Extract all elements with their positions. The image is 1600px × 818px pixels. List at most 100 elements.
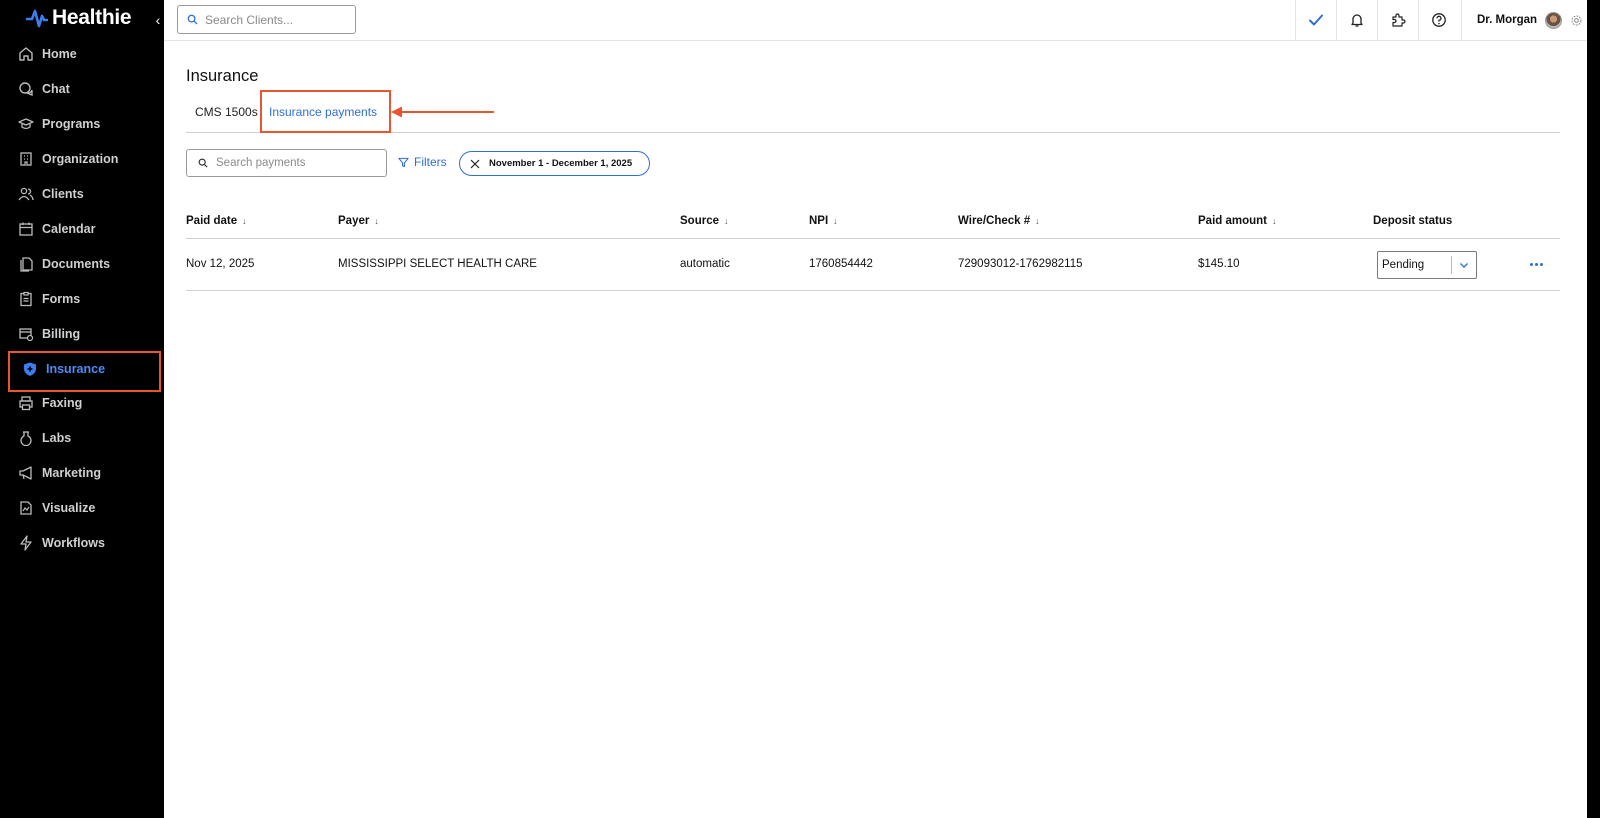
graduation-cap-icon xyxy=(18,118,34,130)
sidebar-item-label: Visualize xyxy=(42,501,96,516)
payments-table: Paid date ↓ Payer ↓ Source ↓ NPI ↓ Wire/Chec… xyxy=(186,207,1560,291)
cell-payer: MISSISSIPPI SELECT HEALTH CARE xyxy=(338,258,537,270)
payments-search[interactable] xyxy=(186,149,387,177)
sidebar-item-documents[interactable]: Documents xyxy=(0,246,164,281)
sidebar-nav: Home Chat Programs Organization Clients … xyxy=(0,37,164,560)
puzzle-icon xyxy=(1392,13,1406,27)
column-label: Paid date xyxy=(186,215,238,227)
sort-arrow-icon: ↓ xyxy=(833,216,838,226)
filter-icon xyxy=(398,157,409,167)
sidebar-item-billing[interactable]: Billing xyxy=(0,316,164,351)
checkmark-icon xyxy=(1309,14,1323,26)
tasks-button[interactable] xyxy=(1295,0,1336,40)
sidebar-item-label: Home xyxy=(42,47,77,62)
lightning-icon xyxy=(20,535,32,551)
column-label: Payer xyxy=(338,215,370,227)
date-range-chip[interactable]: November 1 - December 1, 2025 xyxy=(459,151,650,176)
highlight-box xyxy=(260,90,391,133)
tab-cms-1500s[interactable]: CMS 1500s xyxy=(195,91,258,133)
sidebar-item-label: Faxing xyxy=(42,396,83,411)
notifications-button[interactable] xyxy=(1336,0,1377,40)
sort-arrow-icon: ↓ xyxy=(724,216,729,226)
sidebar-item-home[interactable]: Home xyxy=(0,37,164,72)
sidebar-item-labs[interactable]: Labs xyxy=(0,421,164,456)
sidebar-item-label: Programs xyxy=(42,117,101,132)
chart-file-icon xyxy=(20,501,32,515)
page-title: Insurance xyxy=(186,67,259,85)
collapse-sidebar-icon[interactable]: ‹ xyxy=(152,10,164,30)
sidebar-item-programs[interactable]: Programs xyxy=(0,107,164,142)
integrations-button[interactable] xyxy=(1377,0,1418,40)
chevron-down-icon[interactable] xyxy=(1452,260,1476,270)
sidebar-item-chat[interactable]: Chat xyxy=(0,72,164,107)
sidebar-item-visualize[interactable]: Visualize xyxy=(0,491,164,526)
cell-paid-amount: $145.10 xyxy=(1198,258,1240,270)
column-source[interactable]: Source ↓ xyxy=(680,215,729,227)
sidebar-item-clients[interactable]: Clients xyxy=(0,177,164,212)
building-icon xyxy=(20,152,32,166)
app-window: Healthie ‹ Home Chat Programs Organizati… xyxy=(0,0,1600,818)
avatar xyxy=(1545,11,1563,29)
sidebar-item-workflows[interactable]: Workflows xyxy=(0,526,164,561)
sort-arrow-icon: ↓ xyxy=(1035,216,1040,226)
cell-paid-date: Nov 12, 2025 xyxy=(186,258,255,270)
brand-name: Healthie xyxy=(52,6,132,29)
chat-icon xyxy=(19,82,33,97)
more-options-icon[interactable] xyxy=(1526,255,1546,273)
home-icon xyxy=(19,47,33,62)
payments-search-input[interactable] xyxy=(216,157,376,169)
table-row[interactable]: Nov 12, 2025 MISSISSIPPI SELECT HEALTH C… xyxy=(186,239,1560,291)
close-icon[interactable] xyxy=(470,159,480,169)
column-paid-amount[interactable]: Paid amount ↓ xyxy=(1198,215,1277,227)
column-paid-date[interactable]: Paid date ↓ xyxy=(186,215,247,227)
column-label: Deposit status xyxy=(1373,215,1453,227)
cell-npi: 1760854442 xyxy=(809,258,873,270)
healthie-logo-icon xyxy=(26,9,48,28)
sort-arrow-icon: ↓ xyxy=(1272,216,1277,226)
sidebar-item-label: Labs xyxy=(42,431,72,446)
column-payer[interactable]: Payer ↓ xyxy=(338,215,379,227)
column-deposit-status: Deposit status xyxy=(1373,215,1452,227)
column-label: NPI xyxy=(809,215,829,227)
gear-icon[interactable] xyxy=(1570,14,1583,27)
deposit-status-value: Pending xyxy=(1382,259,1425,271)
column-npi[interactable]: NPI ↓ xyxy=(809,215,838,227)
sidebar-item-faxing[interactable]: Faxing xyxy=(0,386,164,421)
column-wire-check[interactable]: Wire/Check # ↓ xyxy=(958,215,1040,227)
sidebar-item-label: Clients xyxy=(42,187,84,201)
column-label: Source xyxy=(680,215,719,227)
sidebar-item-label: Workflows xyxy=(42,536,105,551)
cell-wire-check: 729093012-1762982115 xyxy=(958,258,1083,270)
table-header: Paid date ↓ Payer ↓ Source ↓ NPI ↓ Wire/Chec… xyxy=(186,207,1560,239)
annotation-arrow-icon xyxy=(391,106,494,118)
sidebar-item-organization[interactable]: Organization xyxy=(0,142,164,177)
logo[interactable]: Healthie xyxy=(26,6,132,30)
help-icon xyxy=(1432,13,1446,27)
sidebar-item-label: Documents xyxy=(42,256,111,271)
cell-source: automatic xyxy=(680,258,730,270)
sidebar: Healthie ‹ Home Chat Programs Organizati… xyxy=(0,0,164,818)
user-menu[interactable]: Dr. Morgan xyxy=(1461,0,1587,40)
search-icon xyxy=(187,14,198,25)
sort-arrow-icon: ↓ xyxy=(242,216,247,226)
calendar-icon xyxy=(19,222,33,236)
megaphone-icon xyxy=(19,466,32,480)
flask-icon xyxy=(20,431,32,447)
bell-icon xyxy=(1351,14,1363,27)
deposit-status-select[interactable]: Pending xyxy=(1377,251,1477,279)
help-button[interactable] xyxy=(1418,0,1459,40)
main-content: Dr. Morgan Insurance CMS 1500s Insurance… xyxy=(164,0,1587,818)
tab-insurance-payments[interactable]: Insurance payments xyxy=(260,90,391,133)
users-icon xyxy=(18,187,34,201)
sort-arrow-icon: ↓ xyxy=(374,216,379,226)
sidebar-item-label: Forms xyxy=(42,291,81,306)
sidebar-item-calendar[interactable]: Calendar xyxy=(0,211,164,246)
client-search[interactable] xyxy=(177,5,356,34)
printer-icon xyxy=(19,396,33,411)
clipboard-icon xyxy=(20,291,32,306)
filters-button[interactable]: Filters xyxy=(398,155,447,169)
sidebar-item-forms[interactable]: Forms xyxy=(0,281,164,316)
client-search-input[interactable] xyxy=(205,12,345,27)
sidebar-item-marketing[interactable]: Marketing xyxy=(0,456,164,491)
sidebar-item-insurance[interactable]: Insurance xyxy=(0,351,164,393)
